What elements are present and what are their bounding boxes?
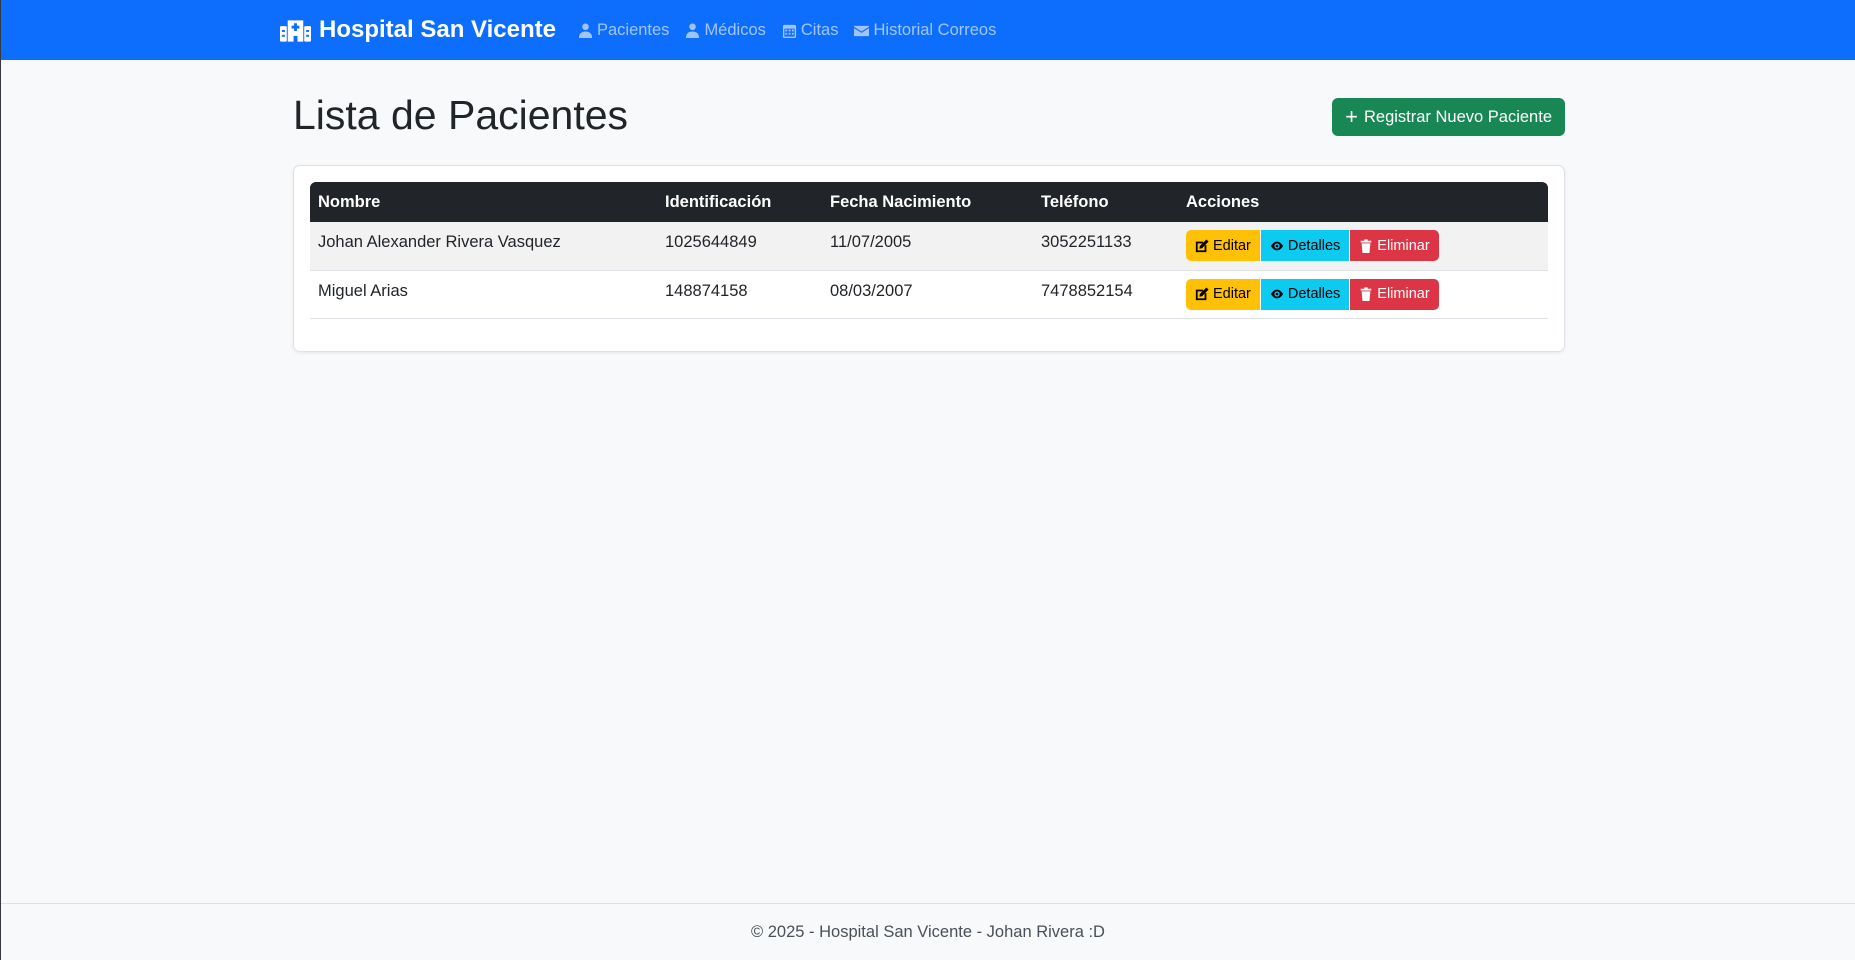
- cell-fecha-nacimiento: 08/03/2007: [822, 270, 1033, 319]
- table-header: Nombre Identificación Fecha Nacimiento T…: [310, 182, 1548, 222]
- edit-label: Editar: [1213, 286, 1251, 302]
- eye-icon: [1270, 241, 1284, 250]
- delete-button[interactable]: Eliminar: [1350, 278, 1439, 310]
- trash-icon: [1361, 287, 1372, 301]
- nav-link-label: Historial Correos: [873, 20, 997, 39]
- brand-link[interactable]: Hospital San Vicente: [280, 16, 556, 44]
- page-title: Lista de Pacientes: [293, 91, 629, 138]
- delete-label: Eliminar: [1377, 286, 1430, 302]
- details-button[interactable]: Detalles: [1260, 230, 1350, 261]
- delete-label: Eliminar: [1377, 237, 1430, 254]
- navbar-inner: Hospital San Vicente Pacientes Médicos C…: [280, 16, 1576, 44]
- column-header-telefono: Teléfono: [1041, 192, 1109, 211]
- details-button[interactable]: Detalles: [1260, 278, 1350, 310]
- edit-button[interactable]: Editar: [1186, 230, 1260, 261]
- nav-link-label: Médicos: [704, 20, 766, 39]
- edit-button[interactable]: Editar: [1186, 278, 1260, 310]
- column-header-identificacion: Identificación: [665, 192, 772, 211]
- brand-name: Hospital San Vicente: [319, 16, 556, 43]
- table-row: Miguel Arias 148874158 08/03/2007 747885…: [310, 270, 1548, 319]
- edit-icon: [1195, 287, 1209, 301]
- nav-link-medicos[interactable]: Médicos: [685, 20, 766, 40]
- cell-telefono: 7478852154: [1033, 270, 1178, 319]
- page-header: Lista de Pacientes + Registrar Nuevo Pac…: [293, 84, 1565, 146]
- nav-link-historial-correos[interactable]: Historial Correos: [854, 21, 996, 40]
- column-header-acciones: Acciones: [1186, 192, 1260, 211]
- edit-label: Editar: [1213, 237, 1251, 254]
- patients-card: Nombre Identificación Fecha Nacimiento T…: [293, 165, 1565, 352]
- cell-identificacion: 1025644849: [657, 222, 822, 271]
- column-header-fecha-nacimiento: Fecha Nacimiento: [830, 192, 972, 211]
- delete-button[interactable]: Eliminar: [1350, 230, 1439, 261]
- nav-link-pacientes[interactable]: Pacientes: [578, 21, 669, 40]
- table-row: Johan Alexander Rivera Vasquez 102564484…: [310, 222, 1548, 271]
- table-body: Johan Alexander Rivera Vasquez 102564484…: [310, 222, 1548, 319]
- user-injured-icon: [578, 22, 593, 38]
- cell-fecha-nacimiento: 11/07/2005: [822, 222, 1033, 271]
- table-header-row: Nombre Identificación Fecha Nacimiento T…: [310, 182, 1548, 222]
- cell-acciones: Editar Detalles Eliminar: [1178, 270, 1548, 319]
- user-doctor-icon: [686, 22, 700, 38]
- footer: © 2025 - Hospital San Vicente - Johan Ri…: [1, 903, 1855, 960]
- cell-identificacion: 148874158: [657, 270, 822, 319]
- footer-text: © 2025 - Hospital San Vicente - Johan Ri…: [751, 922, 1105, 941]
- register-patient-label: Registrar Nuevo Paciente: [1363, 107, 1552, 126]
- calendar-icon: [782, 24, 796, 38]
- nav-link-label: Citas: [800, 20, 839, 39]
- patients-table: Nombre Identificación Fecha Nacimiento T…: [310, 182, 1548, 319]
- trash-icon: [1361, 238, 1372, 253]
- plus-icon: +: [1345, 104, 1358, 129]
- envelope-icon: [854, 25, 870, 36]
- edit-icon: [1195, 238, 1209, 252]
- cell-nombre: Johan Alexander Rivera Vasquez: [310, 222, 657, 271]
- cell-nombre: Miguel Arias: [310, 270, 657, 319]
- row-actions: Editar Detalles Eliminar: [1186, 230, 1540, 261]
- row-actions: Editar Detalles Eliminar: [1186, 278, 1540, 310]
- nav-link-citas[interactable]: Citas: [782, 20, 839, 40]
- column-header-nombre: Nombre: [318, 192, 381, 211]
- details-label: Detalles: [1287, 286, 1341, 302]
- cell-acciones: Editar Detalles Eliminar: [1178, 222, 1548, 271]
- hospital-icon: [280, 20, 311, 42]
- main-content: Lista de Pacientes + Registrar Nuevo Pac…: [293, 84, 1565, 352]
- navbar: Hospital San Vicente Pacientes Médicos C…: [1, 0, 1855, 60]
- nav-link-label: Pacientes: [596, 20, 670, 39]
- eye-icon: [1270, 289, 1284, 299]
- cell-telefono: 3052251133: [1033, 222, 1178, 271]
- register-patient-button[interactable]: + Registrar Nuevo Paciente: [1332, 98, 1565, 136]
- details-label: Detalles: [1287, 237, 1341, 254]
